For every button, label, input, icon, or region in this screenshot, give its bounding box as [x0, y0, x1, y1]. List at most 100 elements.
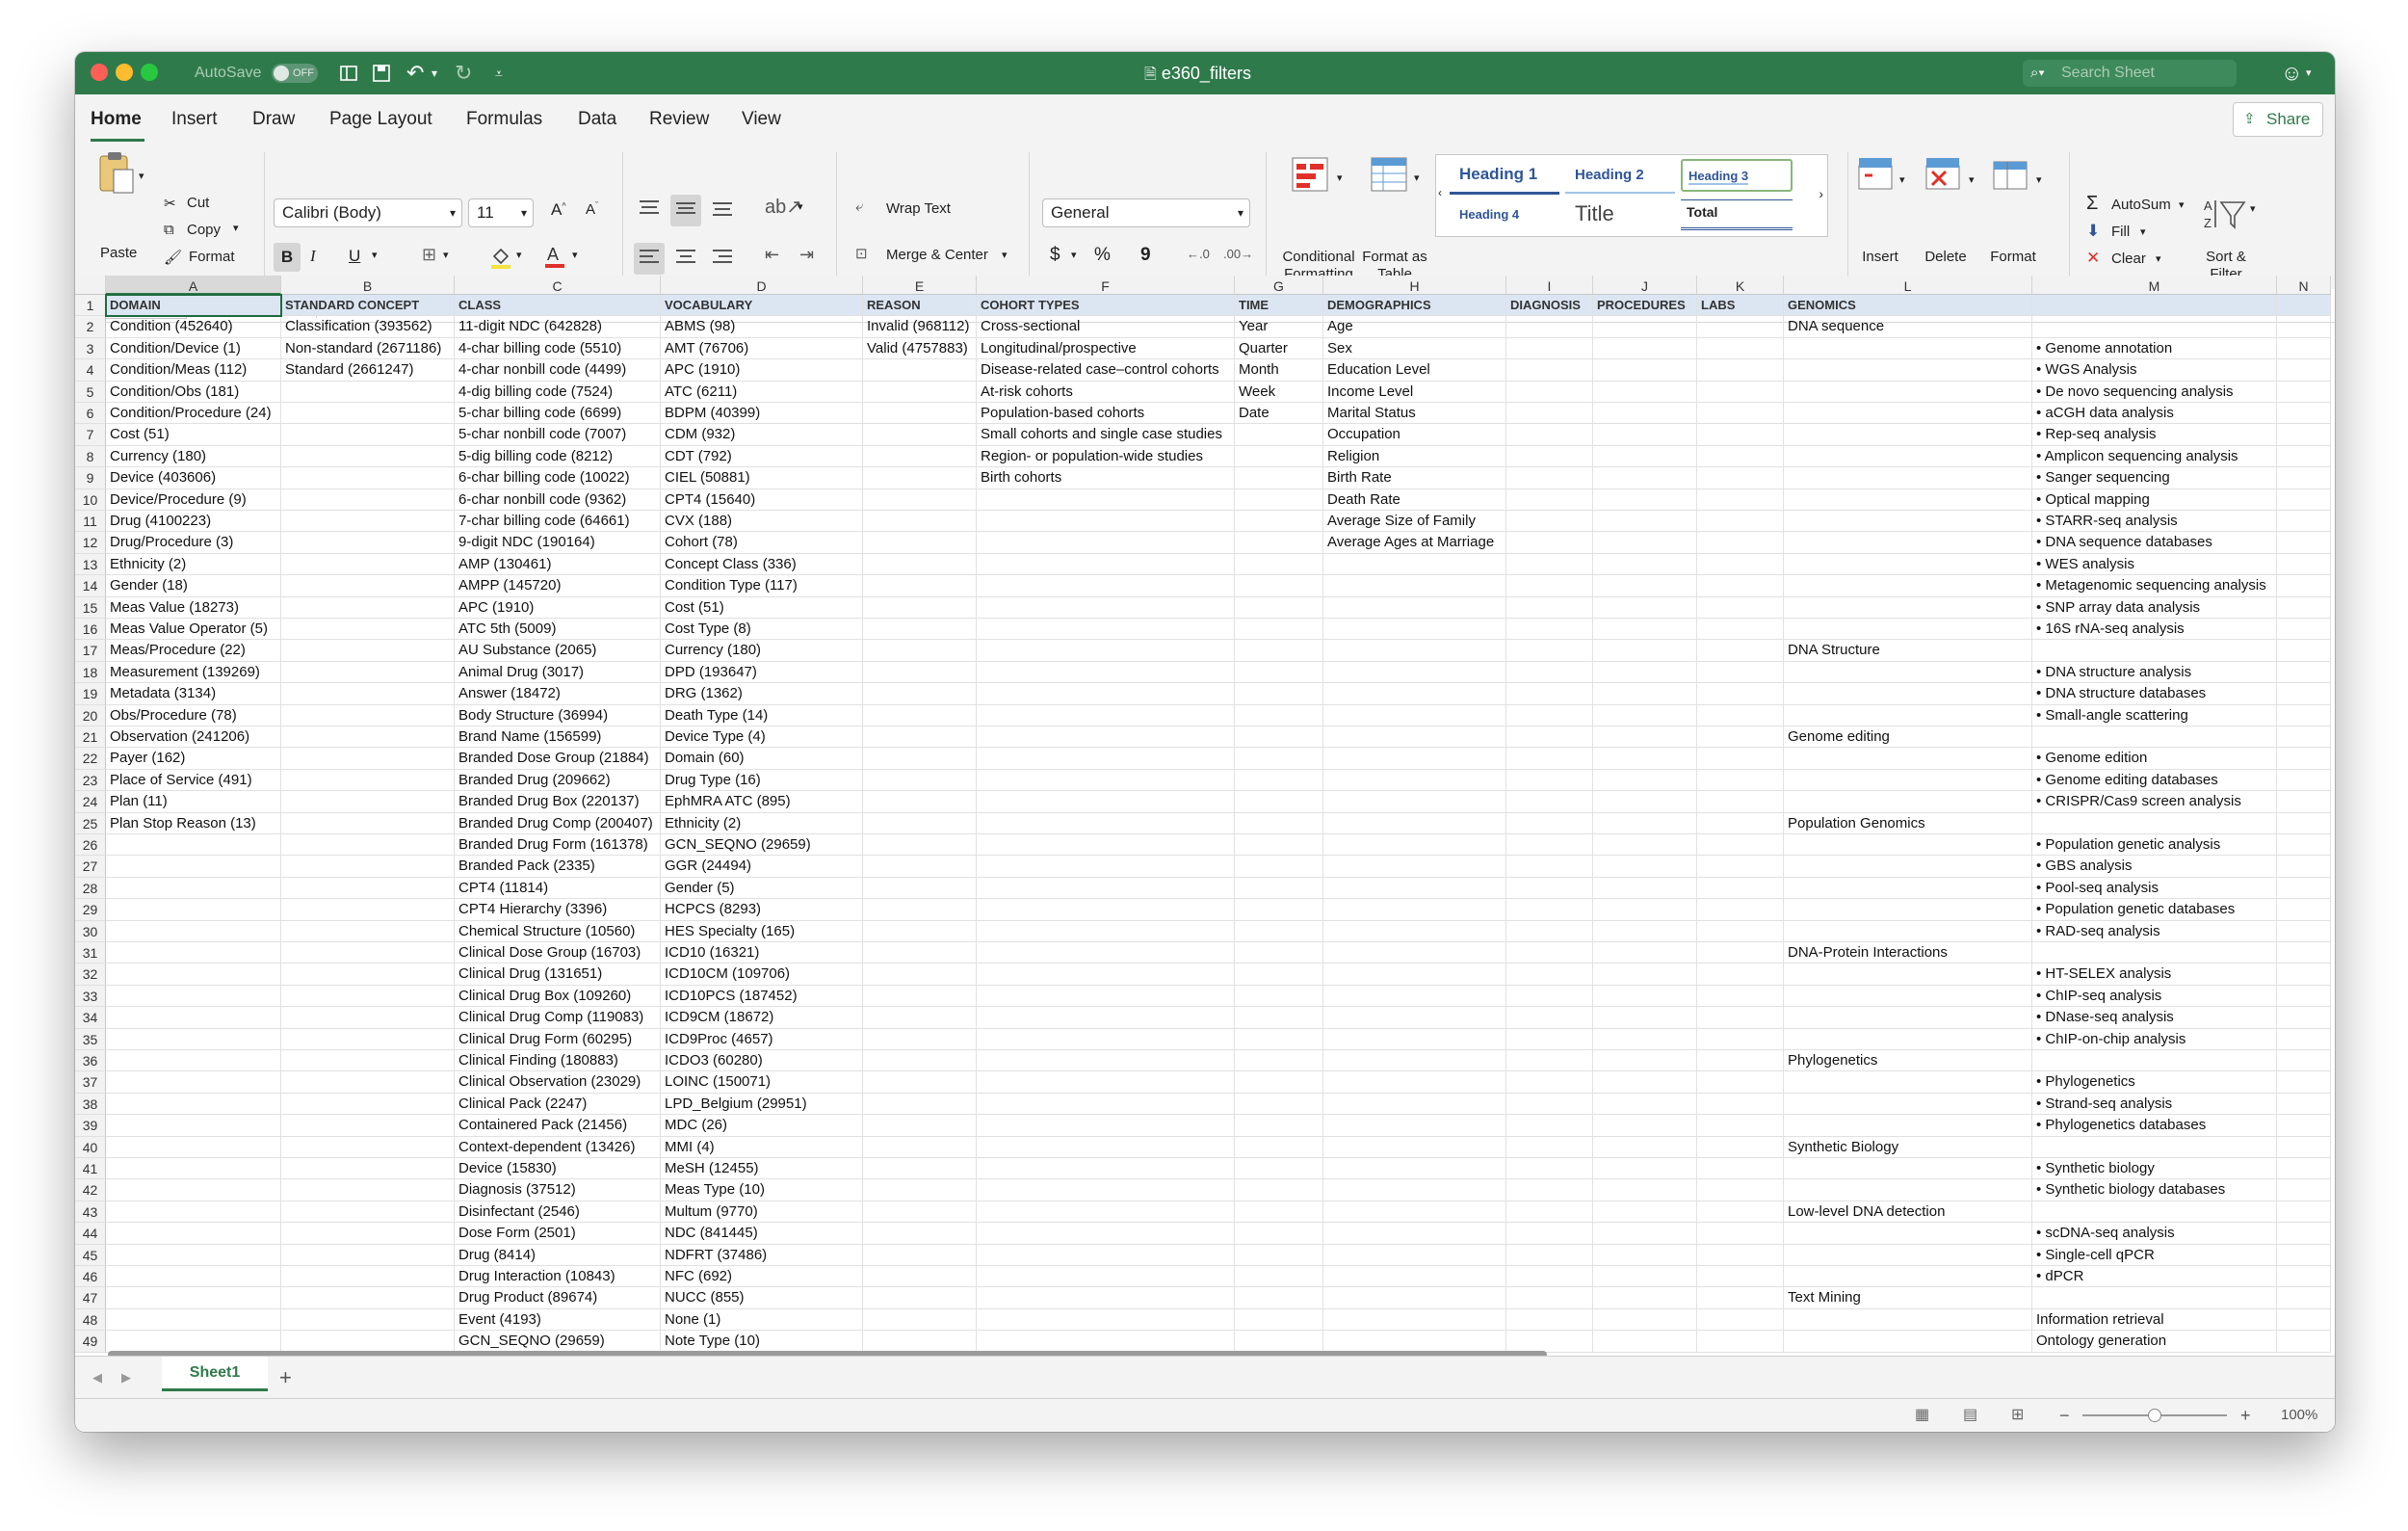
table-cell[interactable]: • Phylogenetics — [2032, 1071, 2277, 1094]
table-cell[interactable] — [977, 1244, 1235, 1266]
row-header[interactable]: 24 — [75, 791, 106, 813]
table-cell[interactable] — [1235, 942, 1323, 964]
row-header[interactable]: 22 — [75, 748, 106, 770]
table-cell[interactable] — [1784, 1158, 2032, 1180]
table-cell[interactable] — [2277, 553, 2331, 576]
table-cell[interactable] — [863, 769, 977, 792]
table-cell[interactable] — [1506, 1158, 1593, 1180]
table-cell[interactable]: Text Mining — [1784, 1287, 2032, 1309]
table-cell[interactable]: CVX (188) — [661, 511, 863, 533]
underline-dropdown-icon[interactable]: ▾ — [372, 249, 378, 261]
table-cell[interactable] — [1697, 1071, 1784, 1094]
table-cell[interactable] — [1784, 769, 2032, 792]
row-header[interactable]: 10 — [75, 488, 106, 511]
table-cell[interactable] — [1697, 1223, 1784, 1245]
table-cell[interactable] — [281, 488, 455, 511]
table-cell[interactable] — [2277, 683, 2331, 705]
table-cell[interactable] — [977, 1331, 1235, 1353]
font-color-dropdown-icon[interactable]: ▾ — [572, 249, 578, 261]
smiley-feedback-icon[interactable]: ☺ — [2281, 52, 2302, 94]
table-cell[interactable]: GCN_SEQNO (29659) — [661, 834, 863, 857]
table-cell[interactable]: Synthetic Biology — [1784, 1136, 2032, 1158]
table-cell[interactable]: Observation (241206) — [106, 726, 281, 749]
table-cell[interactable] — [281, 856, 455, 878]
table-cell[interactable] — [1593, 381, 1697, 403]
table-cell[interactable] — [2277, 532, 2331, 554]
format-cells-icon[interactable] — [1990, 156, 2032, 198]
table-cell[interactable] — [106, 1179, 281, 1201]
table-cell[interactable] — [863, 1050, 977, 1072]
table-cell[interactable] — [1235, 1287, 1323, 1309]
table-cell[interactable] — [863, 683, 977, 705]
table-cell[interactable] — [106, 1136, 281, 1158]
table-cell[interactable]: Diagnosis (37512) — [455, 1179, 661, 1201]
row-header[interactable]: 29 — [75, 899, 106, 921]
table-cell[interactable] — [1593, 791, 1697, 813]
align-right-icon[interactable] — [711, 247, 734, 271]
table-cell[interactable]: Domain (60) — [661, 748, 863, 770]
table-cell[interactable] — [1235, 877, 1323, 900]
table-cell[interactable] — [1697, 424, 1784, 446]
table-cell[interactable] — [2032, 942, 2277, 964]
table-cell[interactable]: • DNA sequence databases — [2032, 532, 2277, 554]
table-cell[interactable] — [977, 877, 1235, 900]
table-cell[interactable] — [2277, 791, 2331, 813]
table-cell[interactable] — [863, 812, 977, 834]
table-cell[interactable] — [863, 748, 977, 770]
table-cell[interactable] — [1593, 1179, 1697, 1201]
share-button[interactable]: ⇪ Share — [2233, 102, 2323, 137]
table-cell[interactable] — [977, 704, 1235, 726]
table-cell[interactable] — [1506, 1007, 1593, 1029]
align-left-icon[interactable] — [634, 243, 665, 275]
table-cell[interactable] — [281, 1158, 455, 1180]
copy-icon[interactable]: ⧉ — [164, 222, 174, 238]
table-cell[interactable] — [2277, 856, 2331, 878]
table-cell[interactable] — [1697, 575, 1784, 597]
table-cell[interactable] — [1784, 488, 2032, 511]
fill-dropdown-icon[interactable]: ▾ — [2140, 225, 2146, 238]
table-cell[interactable] — [1697, 985, 1784, 1008]
table-cell[interactable] — [2277, 316, 2331, 338]
table-cell[interactable] — [1697, 1179, 1784, 1201]
table-cell[interactable]: Device (403606) — [106, 467, 281, 489]
table-cell[interactable]: Drug (4100223) — [106, 511, 281, 533]
table-cell[interactable]: 6-char billing code (10022) — [455, 467, 661, 489]
table-cell[interactable]: AMP (130461) — [455, 553, 661, 576]
table-cell[interactable]: HCPCS (8293) — [661, 899, 863, 921]
style-total[interactable]: Total — [1681, 199, 1793, 230]
row-header[interactable]: 2 — [75, 316, 106, 338]
table-cell[interactable]: Month — [1235, 359, 1323, 382]
table-cell[interactable] — [977, 963, 1235, 986]
table-cell[interactable]: Invalid (968112) — [863, 316, 977, 338]
increase-font-size-icon[interactable]: A^ — [551, 200, 566, 220]
row-header[interactable]: 27 — [75, 856, 106, 878]
table-cell[interactable]: 4-char billing code (5510) — [455, 337, 661, 360]
table-cell[interactable] — [1235, 445, 1323, 468]
underline-button[interactable]: U — [349, 247, 360, 266]
table-cell[interactable] — [1323, 1093, 1506, 1116]
table-cell[interactable] — [1697, 1050, 1784, 1072]
table-cell[interactable] — [2277, 963, 2331, 986]
table-cell[interactable] — [863, 467, 977, 489]
table-cell[interactable] — [1506, 1308, 1593, 1332]
table-cell[interactable]: ICD9CM (18672) — [661, 1007, 863, 1029]
table-cell[interactable]: Cohort (78) — [661, 532, 863, 554]
table-cell[interactable] — [1235, 596, 1323, 619]
table-cell[interactable] — [1593, 532, 1697, 554]
table-cell[interactable] — [1784, 424, 2032, 446]
row-header[interactable]: 40 — [75, 1136, 106, 1158]
table-cell[interactable] — [106, 1331, 281, 1353]
style-heading-2[interactable]: Heading 2 — [1565, 159, 1675, 194]
table-cell[interactable] — [1235, 791, 1323, 813]
table-cell[interactable] — [1697, 1308, 1784, 1332]
fill-button[interactable]: Fill — [2111, 224, 2130, 240]
table-cell[interactable] — [2277, 704, 2331, 726]
table-cell[interactable] — [1697, 963, 1784, 986]
table-cell[interactable] — [2277, 661, 2331, 684]
table-cell[interactable] — [977, 920, 1235, 942]
table-cell[interactable] — [2277, 467, 2331, 489]
table-cell[interactable]: Plan (11) — [106, 791, 281, 813]
table-cell[interactable] — [1506, 381, 1593, 403]
table-cell[interactable] — [1784, 899, 2032, 921]
table-cell[interactable] — [106, 1223, 281, 1245]
